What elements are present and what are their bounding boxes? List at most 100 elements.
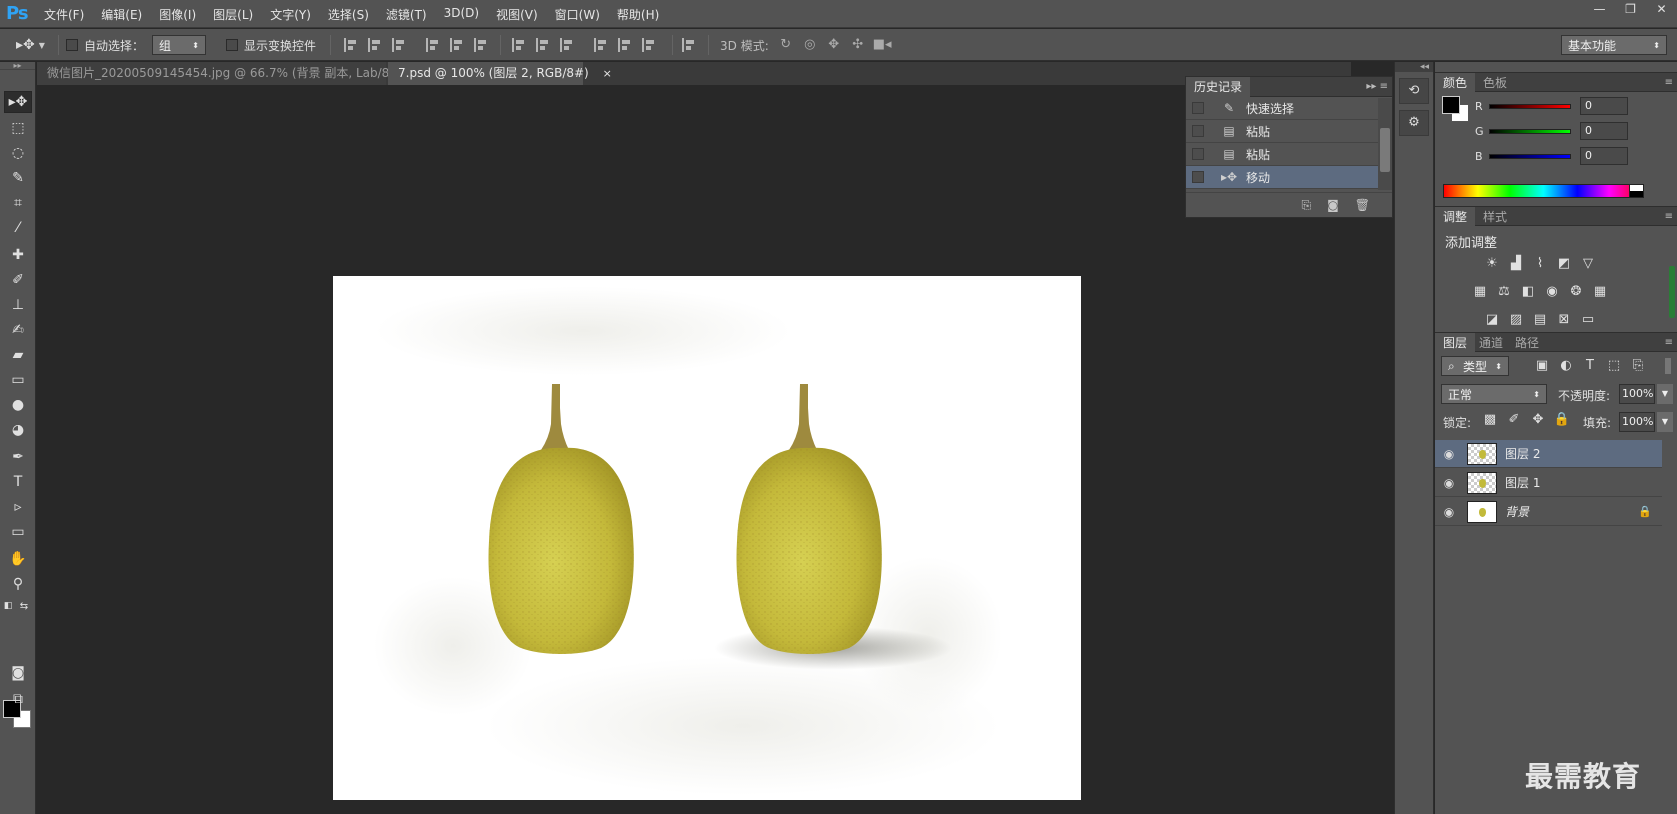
tab-history[interactable]: 历史记录 xyxy=(1186,77,1251,97)
invert-icon[interactable]: ◪ xyxy=(1483,312,1501,328)
dock-collapse[interactable]: ◂◂ xyxy=(1395,62,1433,72)
marquee-tool-icon[interactable]: ⬚ xyxy=(4,117,32,139)
distribute-bottom-icon[interactable] xyxy=(560,38,574,52)
red-value-field[interactable]: 0 xyxy=(1580,97,1628,115)
tab-styles[interactable]: 样式 xyxy=(1475,207,1515,227)
curves-icon[interactable]: ⌇ xyxy=(1531,256,1549,272)
color-foreground-swatch[interactable] xyxy=(1442,96,1460,114)
quick-select-tool-icon[interactable]: ✎ xyxy=(4,167,32,189)
photo-filter-icon[interactable]: ◉ xyxy=(1543,284,1561,300)
3d-rotate-icon[interactable]: ↻ xyxy=(777,37,795,53)
blue-value-field[interactable]: 0 xyxy=(1580,147,1628,165)
history-item[interactable]: ▤ 粘贴 xyxy=(1186,120,1392,143)
filter-smart-object-icon[interactable]: ⎘ xyxy=(1629,358,1647,374)
tab-paths[interactable]: 路径 xyxy=(1507,333,1547,353)
menu-file[interactable]: 文件(F) xyxy=(44,6,84,23)
filter-type-icon[interactable]: T xyxy=(1581,358,1599,374)
rectangle-tool-icon[interactable]: ▭ xyxy=(4,521,32,543)
menu-layer[interactable]: 图层(L) xyxy=(213,6,253,23)
lock-transparent-icon[interactable]: ▩ xyxy=(1481,412,1499,428)
panel-menu-icon[interactable]: ▸▸ ≡ xyxy=(1366,81,1388,92)
threshold-icon[interactable]: ▤ xyxy=(1531,312,1549,328)
new-document-from-state-icon[interactable]: ⎘ xyxy=(1302,198,1312,213)
dodge-tool-icon[interactable]: ◕ xyxy=(4,419,32,441)
layer-row-layer-1[interactable]: ◉ 图层 1 xyxy=(1435,469,1662,497)
menu-edit[interactable]: 编辑(E) xyxy=(101,6,142,23)
auto-select-checkbox[interactable] xyxy=(66,39,78,51)
properties-panel-icon[interactable]: ⚙ xyxy=(1399,110,1429,136)
eyedropper-tool-icon[interactable]: ⁄ xyxy=(4,217,32,239)
filter-pixel-icon[interactable]: ▣ xyxy=(1533,358,1551,374)
eye-icon[interactable]: ◉ xyxy=(1435,447,1463,461)
lock-image-icon[interactable]: ✐ xyxy=(1505,412,1523,428)
levels-icon[interactable]: ▟ xyxy=(1507,256,1525,272)
align-hcenter-icon[interactable] xyxy=(450,38,464,52)
lasso-tool-icon[interactable]: ◌ xyxy=(4,142,32,164)
history-item[interactable]: ✎ 快速选择 xyxy=(1186,97,1392,120)
align-bottom-icon[interactable] xyxy=(392,38,406,52)
eraser-tool-icon[interactable]: ▰ xyxy=(4,344,32,366)
align-top-icon[interactable] xyxy=(344,38,358,52)
align-left-icon[interactable] xyxy=(426,38,440,52)
swap-colors-icon[interactable]: ⇆ xyxy=(16,600,32,612)
type-tool-icon[interactable]: T xyxy=(4,471,32,493)
history-snapshot-checkbox[interactable] xyxy=(1192,171,1204,183)
vibrance-icon[interactable]: ▽ xyxy=(1579,256,1597,272)
tab-adjustments[interactable]: 调整 xyxy=(1435,207,1476,227)
3d-scale-icon[interactable]: ■◂ xyxy=(873,37,892,53)
align-vcenter-icon[interactable] xyxy=(368,38,382,52)
crop-tool-icon[interactable]: ⌗ xyxy=(4,192,32,214)
history-item[interactable]: ▤ 粘贴 xyxy=(1186,143,1392,166)
history-scroll-thumb[interactable] xyxy=(1380,128,1390,172)
3d-pan-icon[interactable]: ✥ xyxy=(825,37,843,53)
default-colors-icon[interactable]: ◧ xyxy=(0,600,16,612)
history-snapshot-checkbox[interactable] xyxy=(1192,102,1204,114)
auto-select-dropdown[interactable]: 组 ⬍ xyxy=(152,35,206,55)
tab-color[interactable]: 颜色 xyxy=(1435,73,1476,93)
menu-view[interactable]: 视图(V) xyxy=(496,6,538,23)
trash-icon[interactable]: 🗑 xyxy=(1355,198,1370,212)
menu-image[interactable]: 图像(I) xyxy=(159,6,196,23)
color-balance-icon[interactable]: ⚖ xyxy=(1495,284,1513,300)
close-tab-icon[interactable]: × xyxy=(603,67,612,80)
layer-row-background[interactable]: ◉ 背景 🔒 xyxy=(1435,498,1662,526)
camera-icon[interactable]: ◙ xyxy=(1327,198,1339,212)
lock-all-icon[interactable]: 🔒 xyxy=(1553,412,1571,428)
panel-menu-icon[interactable]: ≡ xyxy=(1665,337,1673,348)
color-spectrum[interactable] xyxy=(1443,184,1644,198)
auto-align-icon[interactable] xyxy=(682,38,696,52)
blend-mode-dropdown[interactable]: 正常 ⬍ xyxy=(1441,384,1547,404)
opacity-field[interactable]: 100% xyxy=(1619,384,1655,404)
zoom-tool-icon[interactable]: ⚲ xyxy=(4,573,32,595)
color-lookup-icon[interactable]: ▦ xyxy=(1591,284,1609,300)
panel-menu-icon[interactable]: ≡ xyxy=(1665,211,1673,222)
adjustments-scroll-indicator[interactable] xyxy=(1669,266,1675,318)
layer-row-layer-2[interactable]: ◉ 图层 2 xyxy=(1435,440,1662,468)
menu-window[interactable]: 窗口(W) xyxy=(555,6,600,23)
fill-dropdown-arrow[interactable]: ▼ xyxy=(1657,412,1673,432)
hand-tool-icon[interactable]: ✋ xyxy=(4,548,32,570)
tab-channels[interactable]: 通道 xyxy=(1471,333,1511,353)
menu-type[interactable]: 文字(Y) xyxy=(270,6,311,23)
path-select-tool-icon[interactable]: ▹ xyxy=(4,496,32,518)
pen-tool-icon[interactable]: ✒ xyxy=(4,446,32,468)
menu-3d[interactable]: 3D(D) xyxy=(444,6,479,23)
history-snapshot-checkbox[interactable] xyxy=(1192,148,1204,160)
tab-swatches[interactable]: 色板 xyxy=(1475,73,1515,93)
restore-button[interactable]: ❐ xyxy=(1615,0,1646,18)
history-scrollbar[interactable] xyxy=(1378,98,1392,190)
tab-layers[interactable]: 图层 xyxy=(1435,333,1476,353)
lock-position-icon[interactable]: ✥ xyxy=(1529,412,1547,428)
brush-tool-icon[interactable]: ✐ xyxy=(4,269,32,291)
panel-menu-icon[interactable]: ≡ xyxy=(1665,77,1673,88)
red-slider[interactable] xyxy=(1489,103,1571,109)
layer-filter-dropdown[interactable]: ⌕ 类型 ⬍ xyxy=(1441,356,1509,376)
eye-icon[interactable]: ◉ xyxy=(1435,476,1463,490)
document-tab-7psd[interactable]: 7.psd @ 100% (图层 2, RGB/8#) × xyxy=(388,62,612,85)
workspace-dropdown[interactable]: 基本功能 ⬍ xyxy=(1561,35,1667,55)
eye-icon[interactable]: ◉ xyxy=(1435,505,1463,519)
brightness-icon[interactable]: ☀ xyxy=(1483,256,1501,272)
history-brush-tool-icon[interactable]: ✍ xyxy=(4,319,32,341)
menu-filter[interactable]: 滤镜(T) xyxy=(386,6,427,23)
opacity-dropdown-arrow[interactable]: ▼ xyxy=(1657,384,1673,404)
